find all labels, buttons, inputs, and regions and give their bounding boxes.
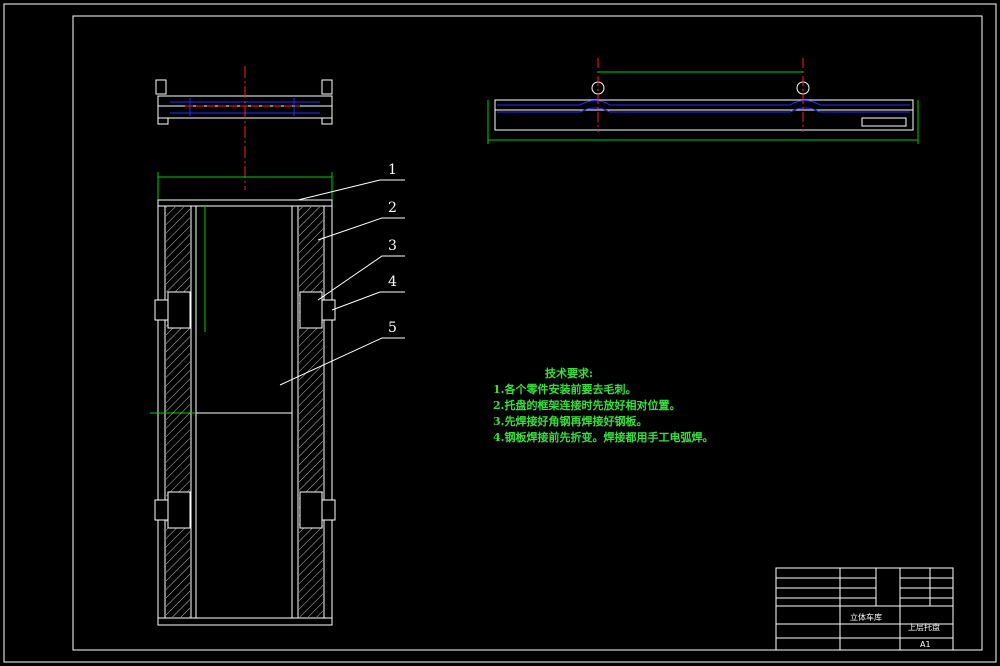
note-item-2: 2.托盘的框架连接时先放好相对位置。 <box>493 399 681 412</box>
hatch-right <box>299 207 323 617</box>
callout-4: 4 <box>388 274 397 290</box>
title-block-project: 立体车库 <box>850 613 882 622</box>
inner-border <box>72 15 983 651</box>
note-item-1: 1.各个零件安装前要去毛刺。 <box>493 383 637 396</box>
technical-notes: 技术要求: 1.各个零件安装前要去毛刺。 2.托盘的框架连接时先放好相对位置。 … <box>493 366 713 446</box>
notes-title: 技术要求: <box>545 367 594 380</box>
callout-2: 2 <box>388 200 397 216</box>
leader-lines <box>279 179 405 386</box>
title-block <box>775 567 954 651</box>
side-view <box>487 58 919 144</box>
note-item-3: 3.先焊接好角钢再焊接好钢板。 <box>493 415 648 428</box>
outer-border <box>3 3 997 663</box>
callout-5: 5 <box>388 320 397 336</box>
callout-1: 1 <box>388 162 397 178</box>
drawing-canvas <box>3 3 997 663</box>
title-block-part-name: 上层托盘 <box>908 623 940 632</box>
title-block-drawing-no: A1 <box>920 640 931 649</box>
callout-3: 3 <box>388 238 397 254</box>
hatch-left <box>166 207 190 617</box>
top-view-small <box>155 79 333 125</box>
note-item-4: 4.钢板焊接前先折变。焊接都用手工电弧焊。 <box>493 431 714 444</box>
